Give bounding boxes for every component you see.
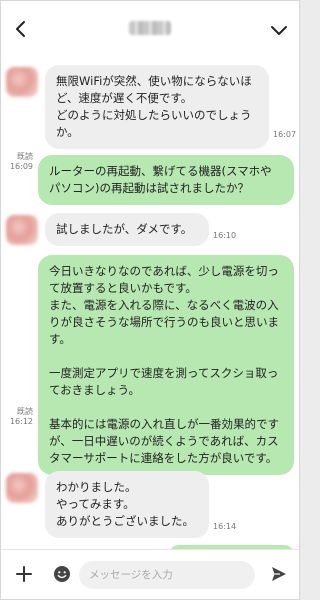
add-button[interactable] [13, 563, 35, 585]
contact-name-blurred [129, 21, 171, 35]
read-receipt: 既読 16:09 [3, 152, 33, 172]
send-icon [272, 567, 286, 581]
message-time: 16:14 [213, 522, 237, 531]
chat-header [1, 1, 299, 57]
outgoing-message[interactable]: ルーターの再起動、繋げてる機器(スマホやパソコン)の再起動は試されましたか？ [38, 155, 294, 205]
read-label: 既読 [17, 407, 33, 416]
plus-icon [16, 566, 32, 582]
avatar[interactable] [6, 473, 38, 503]
message-input[interactable] [79, 561, 255, 589]
read-label: 既読 [17, 152, 33, 161]
message-time: 16:07 [273, 130, 297, 139]
input-bar [1, 549, 299, 599]
avatar[interactable] [6, 67, 38, 97]
emoji-button[interactable] [53, 565, 71, 583]
message-time: 16:10 [213, 231, 237, 240]
avatar[interactable] [6, 215, 38, 245]
chat-screen: 無限WiFiが突然、使い物にならないほど、速度が遅く不便です。 どのように対処し… [0, 0, 300, 600]
message-time: 16:09 [9, 162, 33, 171]
chevron-left-icon [16, 21, 25, 37]
back-button[interactable] [9, 17, 33, 41]
incoming-message[interactable]: 試しましたが、ダメです。 [45, 213, 209, 246]
incoming-message[interactable]: 無限WiFiが突然、使い物にならないほど、速度が遅く不便です。 どのように対処し… [45, 65, 269, 149]
message-list[interactable]: 無限WiFiが突然、使い物にならないほど、速度が遅く不便です。 どのように対処し… [1, 57, 299, 565]
message-time: 16:12 [9, 417, 33, 426]
chevron-down-icon [271, 26, 287, 35]
read-receipt: 既読 16:12 [3, 407, 33, 427]
incoming-message[interactable]: わかりました。 やってみます。 ありがとうございました。 [45, 471, 209, 538]
send-button[interactable] [269, 564, 289, 584]
outgoing-message[interactable]: 今日いきなりなのであれば、少し電源を切って放置すると良いかもです。 また、電源を… [38, 255, 294, 475]
emoji-icon [54, 566, 70, 582]
menu-button[interactable] [267, 19, 291, 41]
